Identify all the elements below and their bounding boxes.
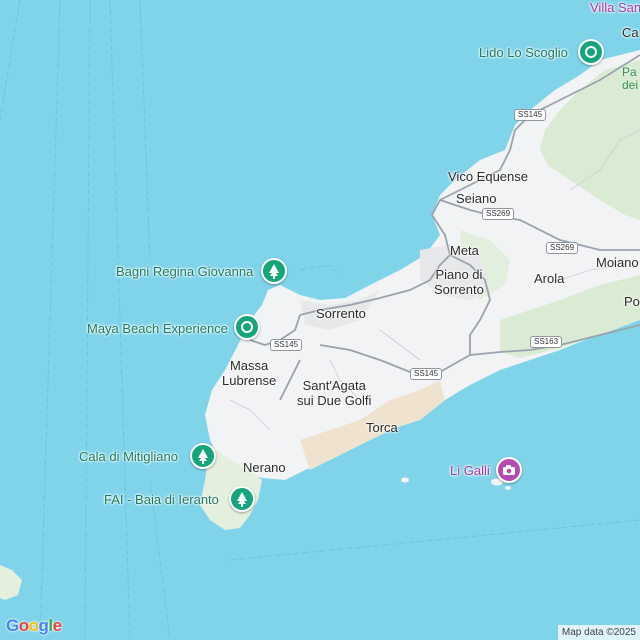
place-piano-line2: Sorrento [434, 282, 484, 297]
camera-icon [503, 465, 515, 475]
map-attribution[interactable]: Map data ©2025 [557, 625, 640, 640]
park-label: Pa dei [622, 66, 638, 92]
poi-pin-li-galli[interactable] [496, 457, 522, 483]
google-logo[interactable]: Google [6, 616, 62, 636]
road-shield-ss163: SS163 [530, 336, 563, 348]
place-arola[interactable]: Arola [534, 271, 564, 286]
place-massa-lubrense[interactable]: Massa Lubrense [222, 358, 276, 388]
place-meta[interactable]: Meta [450, 243, 479, 258]
poi-label-maya-beach[interactable]: Maya Beach Experience [87, 321, 228, 336]
road-shield-ss145: SS145 [270, 339, 303, 351]
place-moiano[interactable]: Moiano [596, 255, 639, 270]
poi-label-cala-mitigliano[interactable]: Cala di Mitigliano [79, 449, 178, 464]
place-positano[interactable]: Po [624, 294, 640, 309]
poi-pin-bagni-regina[interactable] [261, 258, 287, 284]
place-vico-equense[interactable]: Vico Equense [448, 169, 528, 184]
poi-pin-baia-ieranto[interactable] [229, 486, 255, 512]
road-shield-ss269: SS269 [546, 242, 579, 254]
park-label-line2: dei [622, 78, 639, 92]
poi-pin-cala-mitigliano[interactable] [190, 443, 216, 469]
tree-icon [237, 492, 247, 507]
poi-pin-maya-beach[interactable] [234, 314, 260, 340]
place-torca[interactable]: Torca [366, 420, 398, 435]
place-piano-di-sorrento[interactable]: Piano di Sorrento [434, 267, 484, 297]
place-santagata[interactable]: Sant'Agata sui Due Golfi [297, 378, 371, 408]
tree-icon [198, 449, 208, 464]
place-massa-line2: Lubrense [222, 373, 277, 388]
poi-pin-lido-lo-scoglio[interactable] [578, 39, 604, 65]
place-seiano[interactable]: Seiano [456, 191, 496, 206]
place-villa[interactable]: Villa San [590, 0, 640, 15]
place-sorrento[interactable]: Sorrento [316, 306, 366, 321]
tree-icon [269, 264, 279, 279]
umbrella-icon [241, 321, 253, 333]
road-shield-ss145: SS145 [514, 109, 547, 121]
poi-label-li-galli[interactable]: Li Galli [450, 463, 490, 478]
place-castellammare[interactable]: Ca [622, 25, 639, 40]
place-massa-line1: Massa [229, 358, 269, 373]
place-nerano[interactable]: Nerano [243, 460, 286, 475]
umbrella-icon [585, 46, 597, 58]
poi-label-lido-lo-scoglio[interactable]: Lido Lo Scoglio [479, 45, 568, 60]
poi-label-bagni-regina[interactable]: Bagni Regina Giovanna [116, 264, 253, 279]
place-santagata-line1: Sant'Agata [302, 378, 366, 393]
map-canvas[interactable]: Villa San Ca Vico Equense Seiano Meta Pi… [0, 0, 640, 640]
road-shield-ss269: SS269 [482, 208, 515, 220]
place-piano-line1: Piano di [435, 267, 483, 282]
place-santagata-line2: sui Due Golfi [297, 393, 372, 408]
road-shield-ss145: SS145 [410, 368, 443, 380]
poi-label-baia-ieranto[interactable]: FAI - Baia di Ieranto [104, 492, 219, 507]
